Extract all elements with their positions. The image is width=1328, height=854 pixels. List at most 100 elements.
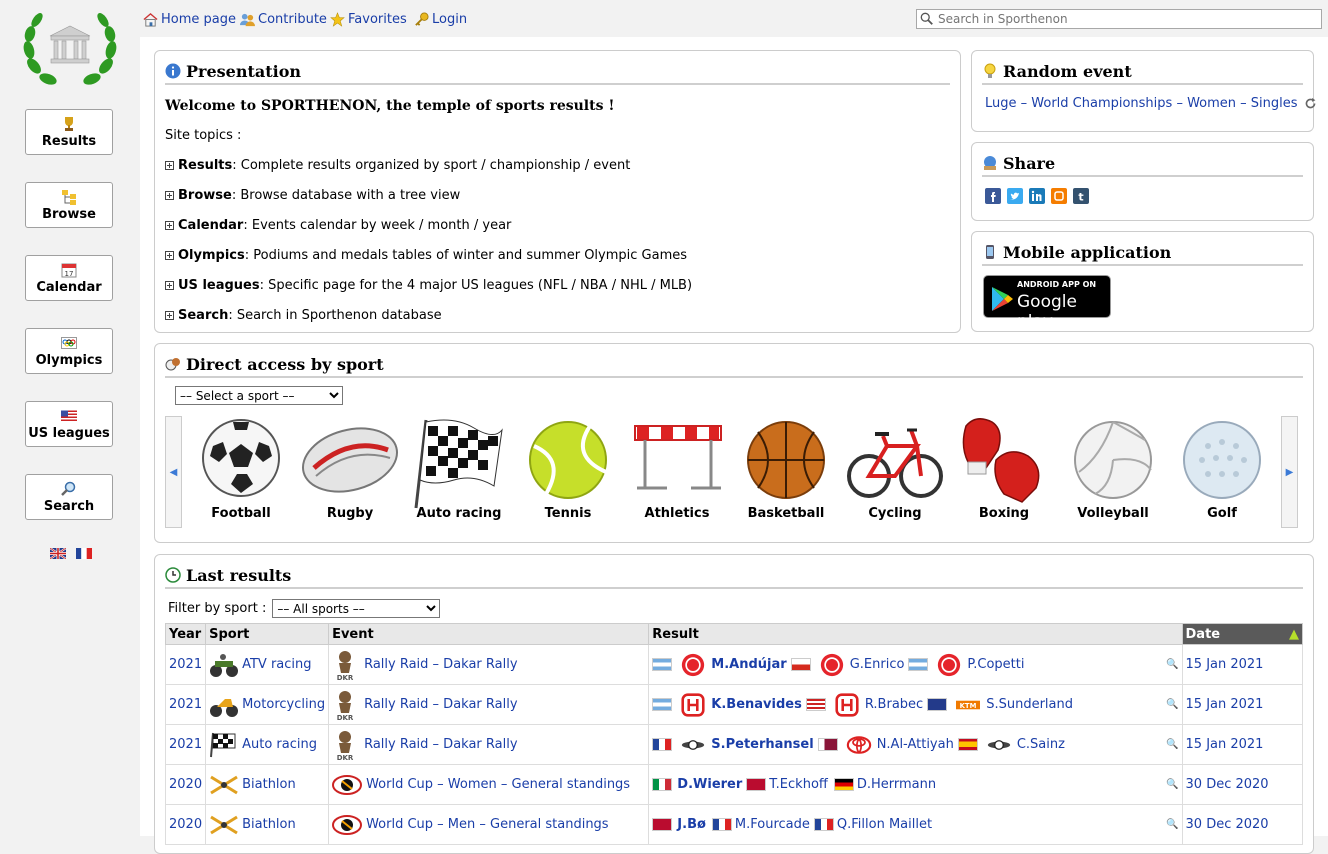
- football-icon: [202, 419, 280, 497]
- col-date[interactable]: Date ▲: [1181, 623, 1304, 645]
- yamaha-logo-icon: [820, 653, 843, 676]
- twitter-icon[interactable]: [1007, 188, 1023, 204]
- direct-access-title: Direct access by sport: [165, 352, 1303, 378]
- sidebar-item-browse[interactable]: Browse: [25, 182, 113, 228]
- sporthenon-logo[interactable]: [20, 6, 120, 90]
- sidebar: Results Browse 17 Calendar Olympics US l…: [0, 0, 140, 836]
- sport-auto-racing[interactable]: Auto racing: [409, 416, 509, 521]
- nav-login-link[interactable]: Login: [414, 12, 467, 27]
- sidebar-item-label: Calendar: [36, 280, 102, 295]
- topic-results: Results : Complete results organized by …: [165, 158, 630, 173]
- details-magnifier-icon[interactable]: 🔍: [1166, 699, 1178, 710]
- expand-icon: [165, 281, 174, 290]
- sidebar-item-results[interactable]: Results: [25, 109, 113, 155]
- dakar-logo-icon: DKR: [337, 650, 354, 681]
- details-magnifier-icon[interactable]: 🔍: [1166, 819, 1178, 830]
- col-result[interactable]: Result: [648, 623, 1183, 645]
- ibu-logo-icon: [332, 774, 363, 795]
- facebook-icon[interactable]: [985, 188, 1001, 204]
- info-icon: [165, 63, 181, 79]
- sidebar-item-search[interactable]: Search: [25, 474, 113, 520]
- last-results-panel: Last results Filter by sport : –– All sp…: [154, 554, 1314, 854]
- site-topics-label: Site topics :: [165, 128, 242, 143]
- sidebar-item-label: Results: [41, 134, 97, 149]
- expand-icon: [165, 221, 174, 230]
- sport-rugby[interactable]: Rugby: [300, 416, 400, 521]
- sport-football[interactable]: Football: [191, 416, 291, 521]
- biathlon-icon: [210, 775, 238, 794]
- details-magnifier-icon[interactable]: 🔍: [1166, 659, 1178, 670]
- yamaha-logo-icon: [682, 653, 705, 676]
- random-event-link[interactable]: Luge – World Championships – Women – Sin…: [985, 96, 1298, 111]
- search-input[interactable]: [934, 11, 1310, 27]
- trophy-icon: [65, 117, 73, 131]
- blogger-icon[interactable]: [1051, 188, 1067, 204]
- carousel-next-button[interactable]: ▶: [1281, 416, 1298, 528]
- sports-balls-icon: [165, 358, 180, 371]
- english-flag-icon[interactable]: [50, 548, 66, 559]
- nav-contribute-link[interactable]: Contribute: [240, 12, 327, 27]
- sport-tennis[interactable]: Tennis: [518, 416, 618, 521]
- presentation-panel: Presentation Welcome to SPORTHENON, the …: [154, 50, 961, 333]
- clock-icon: [165, 567, 181, 583]
- direct-access-panel: Direct access by sport –– Select a sport…: [154, 343, 1314, 543]
- nav-home-link[interactable]: Home page: [143, 12, 236, 27]
- expand-icon: [165, 311, 174, 320]
- sport-boxing[interactable]: Boxing: [954, 416, 1054, 521]
- checkered-flag-icon: [210, 732, 236, 757]
- mini-logo-icon: [987, 739, 1010, 750]
- sidebar-item-calendar[interactable]: 17 Calendar: [25, 255, 113, 301]
- filter-label: Filter by sport :: [168, 601, 267, 616]
- sport-basketball[interactable]: Basketball: [736, 416, 836, 521]
- biathlon-icon: [210, 815, 238, 834]
- sidebar-item-olympics[interactable]: Olympics: [25, 328, 113, 374]
- us-flag-icon: [61, 410, 77, 422]
- usa-flag-icon: [805, 698, 826, 711]
- nav-favorites-link[interactable]: Favorites: [330, 12, 407, 27]
- chevron-right-icon: ▶: [1285, 466, 1294, 478]
- sidebar-item-label: US leagues: [28, 426, 110, 441]
- spain-flag-icon: [957, 738, 978, 751]
- details-magnifier-icon[interactable]: 🔍: [1166, 739, 1178, 750]
- random-event-title: Random event: [982, 59, 1303, 85]
- sidebar-item-us-leagues[interactable]: US leagues: [25, 401, 113, 447]
- search-field[interactable]: [916, 9, 1322, 29]
- users-icon: [240, 13, 255, 27]
- boxing-gloves-icon: [962, 418, 1040, 503]
- sport-golf[interactable]: Golf: [1172, 416, 1272, 521]
- table-row: 2020 Biathlon World Cup – Men – General …: [164, 804, 1304, 845]
- topic-search: Search : Search in Sporthenon database: [165, 308, 442, 323]
- col-event[interactable]: Event: [328, 623, 650, 645]
- france-flag-icon: [711, 818, 732, 831]
- yamaha-logo-icon: [938, 653, 961, 676]
- sidebar-item-label: Browse: [42, 207, 96, 222]
- search-icon: [920, 12, 933, 25]
- col-year[interactable]: Year: [164, 623, 207, 645]
- svg-text:17: 17: [65, 270, 74, 278]
- sport-athletics[interactable]: Athletics: [627, 416, 727, 521]
- olympic-rings-icon: [61, 337, 77, 349]
- details-magnifier-icon[interactable]: 🔍: [1166, 779, 1178, 790]
- toyota-logo-icon: [846, 735, 871, 754]
- sport-volleyball[interactable]: Volleyball: [1063, 416, 1163, 521]
- sport-cycling[interactable]: Cycling: [845, 416, 945, 521]
- table-row: 2021 ATV racing DKR Rally Raid – Dakar Ra…: [164, 644, 1304, 685]
- golf-ball-icon: [1183, 421, 1261, 499]
- bicycle-icon: [847, 428, 943, 498]
- col-sport[interactable]: Sport: [205, 623, 330, 645]
- google-play-badge[interactable]: ANDROID APP ON Google play: [983, 275, 1111, 332]
- sport-filter-select[interactable]: –– All sports ––: [272, 599, 441, 618]
- sport-select[interactable]: –– Select a sport ––: [175, 386, 343, 405]
- ibu-logo-icon: [332, 814, 363, 835]
- french-flag-icon[interactable]: [76, 548, 93, 559]
- refresh-icon[interactable]: [1304, 97, 1317, 110]
- norway-flag-icon: [746, 778, 767, 791]
- italy-flag-icon: [652, 778, 673, 791]
- volleyball-icon: [1074, 421, 1152, 499]
- key-icon: [415, 12, 429, 26]
- tumblr-icon[interactable]: t: [1073, 188, 1089, 204]
- svg-text:DKR: DKR: [337, 674, 354, 681]
- carousel-prev-button[interactable]: ◀: [165, 416, 182, 528]
- linkedin-icon[interactable]: [1029, 188, 1045, 204]
- checkered-flag-icon: [414, 419, 503, 509]
